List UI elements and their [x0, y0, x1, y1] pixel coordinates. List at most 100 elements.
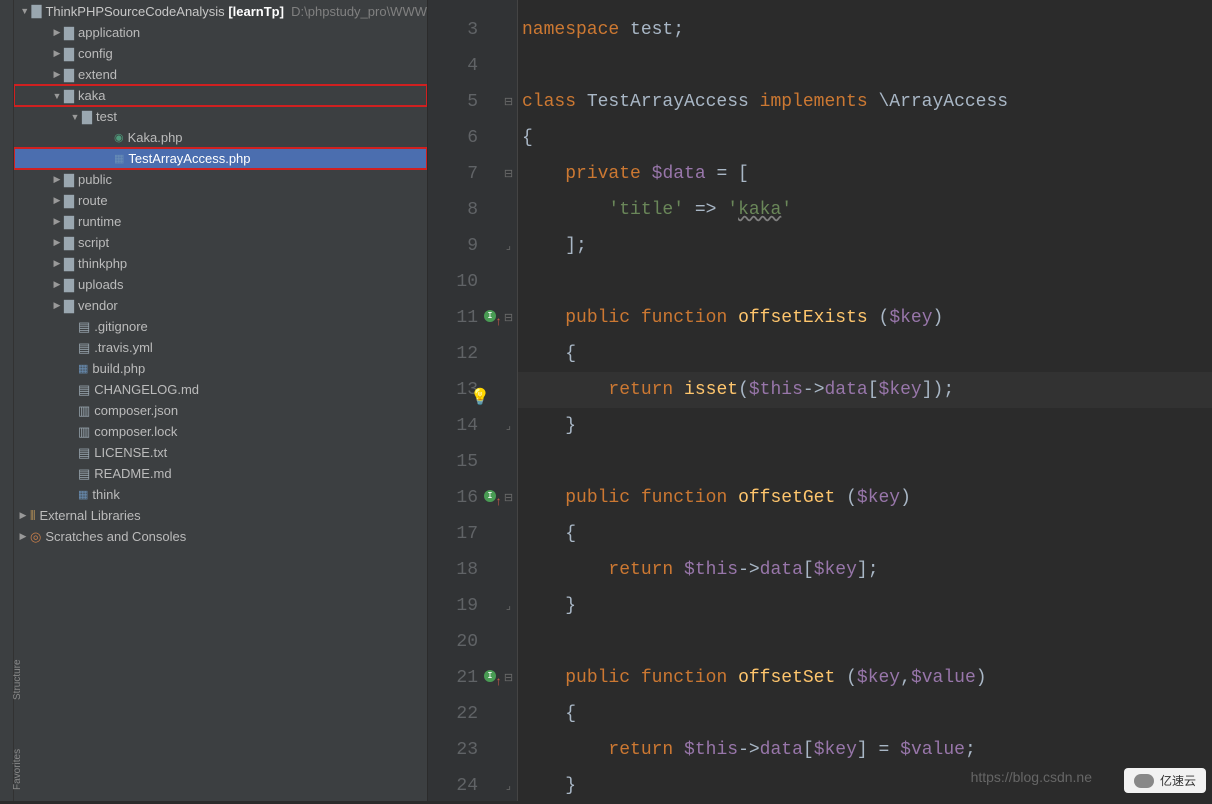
line-number[interactable]: 12	[428, 336, 500, 372]
fold-marker[interactable]: ⊟	[500, 84, 517, 120]
line-number[interactable]: 18	[428, 552, 500, 588]
code-line[interactable]: }	[518, 768, 1212, 804]
line-number[interactable]: 21I↑	[428, 660, 500, 696]
tree-item[interactable]: ◉Kaka.php	[14, 127, 427, 148]
line-number[interactable]: 20	[428, 624, 500, 660]
code-line[interactable]: {	[518, 336, 1212, 372]
line-number[interactable]: 15	[428, 444, 500, 480]
tree-item[interactable]: ▶▇vendor	[14, 295, 427, 316]
fold-marker[interactable]: ⊟	[500, 300, 517, 336]
line-number[interactable]: 8	[428, 192, 500, 228]
fold-marker[interactable]: ⌟	[500, 768, 517, 804]
tree-item[interactable]: ▤LICENSE.txt	[14, 442, 427, 463]
tree-item[interactable]: ▦build.php	[14, 358, 427, 379]
code-area[interactable]: namespace test; class TestArrayAccess imp…	[518, 0, 1212, 801]
code-line[interactable]: {	[518, 696, 1212, 732]
line-number[interactable]: 19	[428, 588, 500, 624]
fold-marker[interactable]	[500, 192, 517, 228]
line-number[interactable]: 11I↑	[428, 300, 500, 336]
tree-item[interactable]: ▥composer.json	[14, 400, 427, 421]
code-line[interactable]: class TestArrayAccess implements \ArrayA…	[518, 84, 1212, 120]
external-libraries-row[interactable]: ▶ ⫴ External Libraries	[14, 505, 427, 526]
tree-item[interactable]: ▶▇uploads	[14, 274, 427, 295]
structure-tool-label[interactable]: Structure	[12, 659, 23, 700]
fold-marker[interactable]	[500, 372, 517, 408]
fold-marker[interactable]: ⊟	[500, 660, 517, 696]
fold-marker[interactable]	[500, 696, 517, 732]
favorites-tool-label[interactable]: Favorites	[12, 749, 23, 790]
tree-item[interactable]: ▦TestArrayAccess.php	[14, 148, 427, 169]
line-number[interactable]: 23	[428, 732, 500, 768]
intention-bulb-icon[interactable]: 💡	[470, 380, 490, 416]
code-line[interactable]: {	[518, 516, 1212, 552]
tree-item[interactable]: ▶▇extend	[14, 64, 427, 85]
fold-marker[interactable]	[500, 552, 517, 588]
folder-icon: ▇	[64, 235, 74, 251]
line-number[interactable]: 4	[428, 48, 500, 84]
code-line[interactable]: ];	[518, 228, 1212, 264]
tree-item[interactable]: ▶▇config	[14, 43, 427, 64]
fold-marker[interactable]	[500, 516, 517, 552]
fold-marker[interactable]: ⌟	[500, 588, 517, 624]
code-line[interactable]: public function offsetSet ($key,$value)	[518, 660, 1212, 696]
fold-marker[interactable]	[500, 48, 517, 84]
tree-item[interactable]: ▶▇public	[14, 169, 427, 190]
fold-marker[interactable]: ⊟	[500, 156, 517, 192]
tree-arrow-icon: ▼	[50, 91, 64, 101]
scratches-row[interactable]: ▶ ◎ Scratches and Consoles	[14, 526, 427, 547]
line-number[interactable]: 16I↑	[428, 480, 500, 516]
fold-marker[interactable]	[500, 624, 517, 660]
fold-column[interactable]: ⊟ ⊟ ⌟ ⊟ ⌟ ⊟ ⌟ ⊟ ⌟	[500, 0, 518, 801]
code-line[interactable]: namespace test;	[518, 12, 1212, 48]
tree-item[interactable]: ▶▇route	[14, 190, 427, 211]
fold-marker[interactable]: ⌟	[500, 228, 517, 264]
line-number[interactable]: 10	[428, 264, 500, 300]
code-line[interactable]: return $this->data[$key] = $value;	[518, 732, 1212, 768]
fold-marker[interactable]	[500, 336, 517, 372]
line-number[interactable]: 9	[428, 228, 500, 264]
line-number[interactable]: 5	[428, 84, 500, 120]
tree-item[interactable]: ▶▇runtime	[14, 211, 427, 232]
code-line[interactable]	[518, 624, 1212, 660]
tree-item[interactable]: ▦think	[14, 484, 427, 505]
fold-marker[interactable]	[500, 264, 517, 300]
fold-marker[interactable]	[500, 12, 517, 48]
code-line[interactable]	[518, 444, 1212, 480]
tree-item[interactable]: ▤.gitignore	[14, 316, 427, 337]
code-line[interactable]	[518, 264, 1212, 300]
code-line[interactable]: public function offsetExists ($key)	[518, 300, 1212, 336]
fold-marker[interactable]: ⊟	[500, 480, 517, 516]
code-line[interactable]: {	[518, 120, 1212, 156]
line-number[interactable]: 7	[428, 156, 500, 192]
tool-window-bar[interactable]: Structure Favorites	[0, 0, 14, 801]
code-line[interactable]: public function offsetGet ($key)	[518, 480, 1212, 516]
code-line[interactable]: private $data = [	[518, 156, 1212, 192]
tree-item[interactable]: ▤CHANGELOG.md	[14, 379, 427, 400]
tree-item[interactable]: ▶▇thinkphp	[14, 253, 427, 274]
code-line[interactable]: return $this->data[$key];	[518, 552, 1212, 588]
tree-item[interactable]: ▥composer.lock	[14, 421, 427, 442]
line-number[interactable]: 3	[428, 12, 500, 48]
line-number[interactable]: 24	[428, 768, 500, 804]
fold-marker[interactable]	[500, 732, 517, 768]
fold-marker[interactable]	[500, 120, 517, 156]
line-number[interactable]: 6	[428, 120, 500, 156]
code-line[interactable]	[518, 48, 1212, 84]
line-number[interactable]: 22	[428, 696, 500, 732]
code-line[interactable]: }	[518, 588, 1212, 624]
tree-item[interactable]: ▼▇test	[14, 106, 427, 127]
project-root-row[interactable]: ▼ ▇ ThinkPHPSourceCodeAnalysis [learnTp]…	[14, 0, 427, 22]
code-line[interactable]: 💡 return isset($this->data[$key]);	[518, 372, 1212, 408]
tree-item[interactable]: ▼▇kaka	[14, 85, 427, 106]
tree-item-label: extend	[78, 67, 117, 82]
code-line[interactable]: }	[518, 408, 1212, 444]
tree-item[interactable]: ▶▇application	[14, 22, 427, 43]
file-icon: ▤	[78, 340, 90, 356]
line-number[interactable]: 17	[428, 516, 500, 552]
tree-item[interactable]: ▤.travis.yml	[14, 337, 427, 358]
tree-item[interactable]: ▶▇script	[14, 232, 427, 253]
fold-marker[interactable]	[500, 444, 517, 480]
code-line[interactable]: 'title' => 'kaka'	[518, 192, 1212, 228]
fold-marker[interactable]: ⌟	[500, 408, 517, 444]
tree-item[interactable]: ▤README.md	[14, 463, 427, 484]
